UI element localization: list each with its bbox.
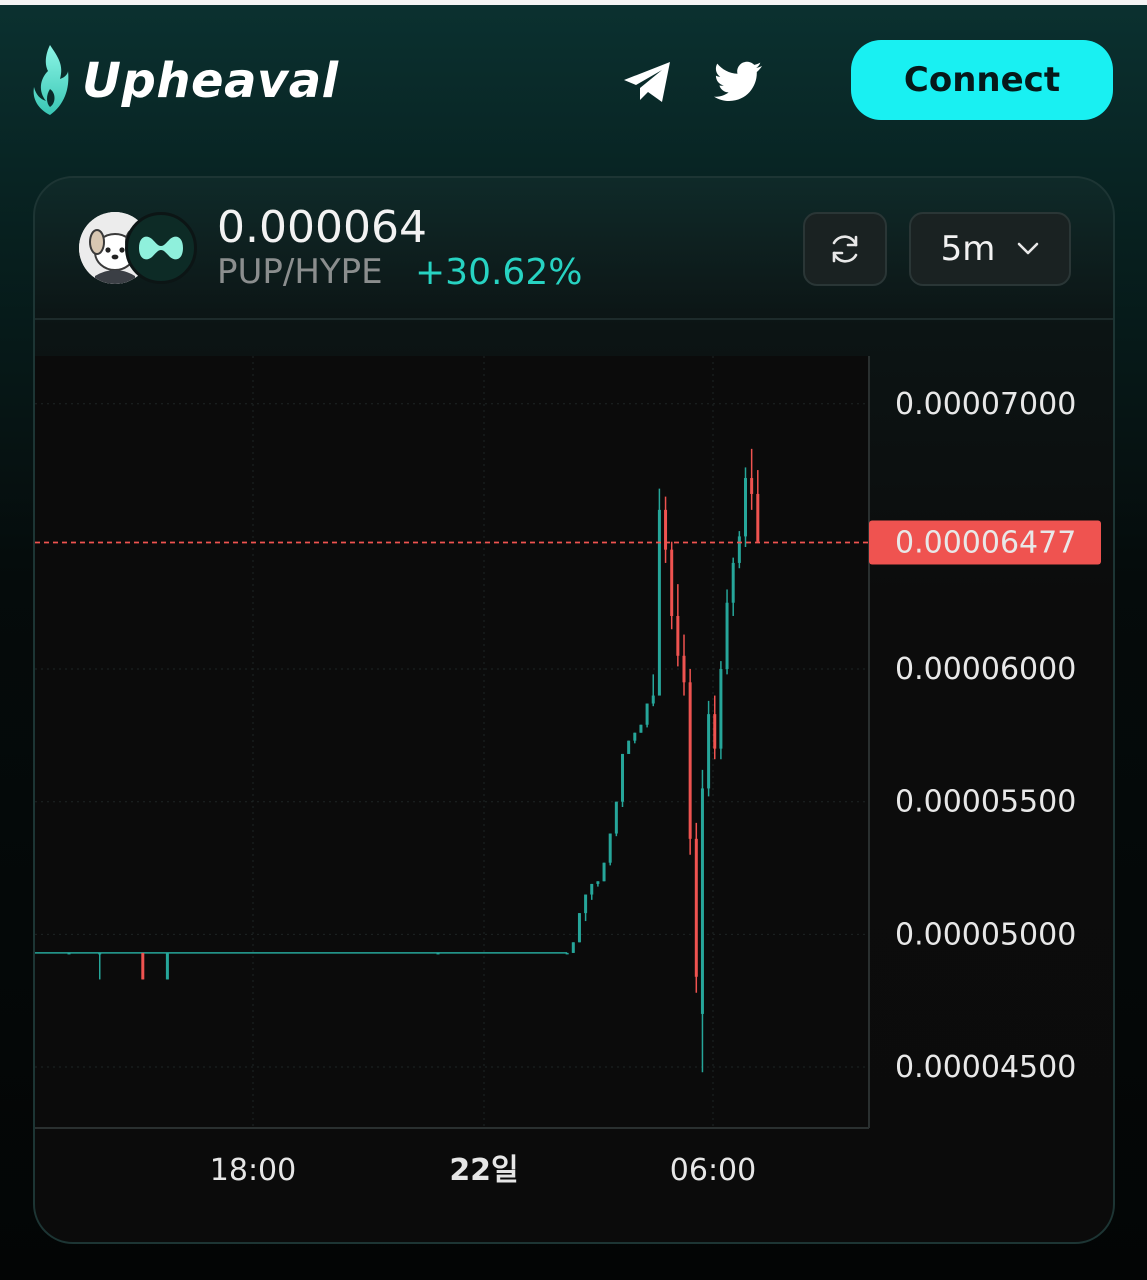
candle [639, 724, 643, 733]
pair-header: 0.000064 PUP/HYPE +30.62% 5m [35, 178, 1113, 320]
candle-body [627, 740, 631, 754]
candle-body [670, 549, 674, 616]
candle [744, 467, 747, 548]
candle-body [621, 753, 624, 802]
candle [608, 833, 612, 866]
candle [688, 669, 692, 855]
candle [621, 753, 624, 807]
candle [165, 952, 169, 980]
candle-body [645, 703, 649, 725]
flame-logo-icon [33, 45, 69, 115]
candle-body [707, 714, 711, 789]
candle-body [165, 952, 169, 980]
current-price: 0.000064 [217, 202, 427, 253]
y-tick-label: 0.00005000 [895, 917, 1076, 952]
chart-canvas[interactable]: 0.00007000 0.00006000 0.00005500 0.00005000… [35, 320, 1115, 1244]
candle-body [67, 952, 71, 955]
candle-body [744, 478, 747, 537]
candle-body [737, 536, 741, 563]
candle-body [657, 509, 661, 696]
candle [627, 740, 631, 754]
candle-body [98, 952, 102, 955]
candle-body [141, 952, 145, 980]
candle-body [596, 881, 600, 884]
candle-body [436, 952, 440, 955]
candle-body [664, 509, 668, 550]
x-tick-label: 22일 [449, 1153, 518, 1188]
candle [694, 822, 698, 993]
candle-body [725, 602, 729, 670]
candle [737, 531, 741, 569]
y-tick-label: 0.00004500 [895, 1050, 1076, 1085]
app-name: Upheaval [82, 53, 339, 109]
chart-card: 0.000064 PUP/HYPE +30.62% 5m 0.00007000 0… [33, 176, 1115, 1244]
candle-body [639, 724, 643, 733]
candle-body [565, 952, 569, 955]
price-change: +30.62% [415, 252, 583, 293]
refresh-icon [832, 235, 858, 263]
candle-body [571, 942, 575, 953]
y-tick-label: 0.00007000 [895, 387, 1076, 422]
candle-body [676, 615, 680, 656]
x-tick-label: 18:00 [210, 1153, 296, 1188]
app-header: Upheaval Connect [0, 5, 1147, 165]
candle [614, 801, 618, 837]
twitter-link[interactable] [710, 57, 766, 107]
candle [645, 703, 649, 728]
x-tick-label: 06:00 [670, 1153, 756, 1188]
candle-body [651, 695, 655, 704]
candle-body [633, 732, 637, 741]
candle [602, 862, 606, 882]
candle [67, 952, 71, 955]
candle-body [713, 714, 717, 749]
y-tick-label: 0.00006000 [895, 652, 1076, 687]
candle-body [590, 883, 594, 895]
candle [436, 952, 440, 955]
candle-body [577, 913, 581, 943]
candle-body [602, 862, 606, 882]
refresh-button[interactable] [803, 212, 887, 286]
hype-token-icon [125, 212, 197, 284]
candle [571, 942, 575, 953]
candle-body [584, 894, 588, 914]
candle [719, 661, 723, 760]
candle-body [700, 788, 704, 1014]
candle [707, 700, 711, 797]
brand-logo[interactable]: Upheaval [30, 43, 339, 119]
candle-body [750, 478, 754, 494]
candle [657, 488, 661, 696]
candle [141, 952, 145, 980]
interval-select[interactable]: 5m [909, 212, 1071, 286]
candle-body [682, 655, 686, 683]
candle-body [688, 682, 692, 839]
candle [565, 952, 569, 955]
current-price-label: 0.00006477 [895, 526, 1076, 561]
candle-body [608, 833, 612, 863]
candle-body [614, 801, 618, 834]
chevron-down-icon [1018, 242, 1039, 255]
plot-area [35, 356, 869, 1128]
telegram-link[interactable] [620, 57, 676, 107]
price-chart[interactable]: 0.00007000 0.00006000 0.00005500 0.00005000… [35, 320, 1115, 1244]
twitter-icon [714, 61, 762, 101]
candle-body [694, 838, 698, 977]
pair-name: PUP/HYPE [217, 252, 383, 292]
interval-value: 5m [940, 229, 996, 269]
telegram-icon [624, 62, 670, 102]
candle-body [756, 493, 760, 542]
candle [577, 913, 581, 943]
candle-body [731, 562, 735, 603]
connect-button[interactable]: Connect [851, 40, 1113, 120]
y-tick-label: 0.00005500 [895, 785, 1076, 820]
candle-body [719, 669, 723, 749]
